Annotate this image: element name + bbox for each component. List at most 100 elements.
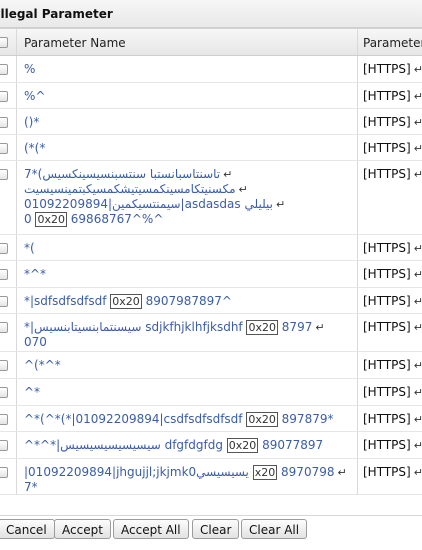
row-checkbox[interactable] — [0, 117, 8, 128]
table-row[interactable]: *|sdfsdfsdfsdf 0x20 8907987897^ [HTTPS] ↵ — [0, 288, 422, 314]
table-row[interactable]: 7*(تاسنتاسبانستبا سنتسبنسيسينكسيس ↵ مكسنيت… — [0, 161, 422, 235]
parameter-name-cell: ^*(^*(*|01092209894|csdfsdfsdfsdf 0x20 8… — [17, 406, 358, 431]
parameter-location-cell: [HTTPS] ↵ — [358, 235, 422, 260]
row-checkbox[interactable] — [0, 169, 8, 180]
clear-button[interactable]: Clear — [192, 519, 240, 539]
parameter-name-cell: ()* — [17, 109, 358, 134]
row-checkbox[interactable] — [0, 143, 8, 154]
row-checkbox[interactable] — [0, 296, 8, 307]
row-checkbox[interactable] — [0, 467, 8, 478]
parameter-location-cell: [HTTPS] ↵ — [358, 406, 422, 431]
parameter-name-line: ^* — [24, 385, 41, 399]
parameter-location-cell: [HTTPS] ↵ — [358, 135, 422, 160]
parameter-location-value: [HTTPS] — [363, 267, 411, 281]
parameter-name-line: %^ — [24, 89, 46, 103]
parameter-name-cell: *|sdfsdfsdfsdf 0x20 8907987897^ — [17, 288, 358, 313]
parameter-name-line: ^*^*|سيسيسيسيسيسيس dfgfdgfdg 0x20 890778… — [24, 438, 324, 453]
row-checkbox[interactable] — [0, 243, 8, 254]
table-row[interactable]: *( [HTTPS] ↵ — [0, 235, 422, 261]
table-row[interactable]: ^* [HTTPS] ↵ — [0, 379, 422, 406]
line-break-icon: ↵ — [413, 466, 422, 479]
row-checkbox-cell — [0, 406, 17, 431]
parameter-location-cell: [HTTPS] ↵ — [358, 314, 422, 351]
row-checkbox-cell — [0, 352, 17, 378]
line-break-icon: ↵ — [276, 198, 286, 211]
parameter-location-value: [HTTPS] — [363, 358, 411, 372]
row-checkbox-cell — [0, 261, 17, 287]
select-all-checkbox[interactable] — [0, 37, 8, 48]
table-row[interactable]: (*(* [HTTPS] ↵ — [0, 135, 422, 161]
row-checkbox[interactable] — [0, 414, 8, 425]
hex-escape-marker: 0x20 — [35, 212, 67, 227]
row-checkbox-cell — [0, 135, 17, 160]
parameter-name-line: % — [24, 62, 36, 76]
parameter-location-value: [HTTPS] — [363, 320, 411, 334]
row-checkbox[interactable] — [0, 387, 8, 398]
line-break-icon: ↵ — [413, 142, 422, 155]
parameter-location-value: [HTTPS] — [363, 241, 411, 255]
row-checkbox-cell — [0, 83, 17, 108]
table-row[interactable]: |01092209894|jhgujjl;jkjmk0يسيسيسي x20 8… — [0, 459, 422, 495]
hex-escape-marker: 0x20 — [246, 320, 278, 335]
parameter-table: Parameter Name Parameter Location % [HTTP… — [0, 28, 422, 495]
parameter-location-cell: [HTTPS] ↵ — [358, 288, 422, 313]
table-row[interactable]: %^ [HTTPS] ↵ — [0, 83, 422, 109]
parameter-location-cell: [HTTPS] ↵ — [358, 109, 422, 134]
row-checkbox-cell — [0, 288, 17, 313]
parameter-location-cell: [HTTPS] ↵ — [358, 379, 422, 405]
parameter-location-value: [HTTPS] — [363, 89, 411, 103]
parameter-location-cell: [HTTPS] ↵ — [358, 432, 422, 458]
parameter-name-cell: *|سيسنتمابنسيتابنسيس sdjkfhjklhfjksdhf 0… — [17, 314, 358, 351]
parameter-name-line: *( — [24, 241, 35, 255]
table-row[interactable]: % [HTTPS] ↵ — [0, 56, 422, 83]
parameter-name-line: *^* — [24, 267, 47, 281]
accept-all-button[interactable]: Accept All — [113, 519, 189, 539]
parameter-name-line: *|سيسنتمابنسيتابنسيس sdjkfhjklhfjksdhf 0… — [24, 320, 325, 335]
parameter-name-line: ()* — [24, 115, 40, 129]
table-row[interactable]: ^*(^*(*|01092209894|csdfsdfsdfsdf 0x20 8… — [0, 406, 422, 432]
parameter-location-cell: [HTTPS] ↵ — [358, 161, 422, 234]
table-row[interactable]: ^*^*|سيسيسيسيسيسيس dfgfdgfdg 0x20 890778… — [0, 432, 422, 459]
hex-escape-marker: 0x20 — [226, 438, 259, 453]
table-header: Parameter Name Parameter Location — [0, 28, 422, 56]
row-checkbox[interactable] — [0, 64, 8, 75]
row-checkbox[interactable] — [0, 91, 8, 102]
button-bar: Cancel Accept Accept All Clear Clear All — [0, 515, 422, 550]
line-break-icon: ↵ — [413, 439, 422, 452]
line-break-icon: ↵ — [413, 413, 422, 426]
cancel-button[interactable]: Cancel — [0, 519, 55, 539]
row-checkbox[interactable] — [0, 360, 8, 371]
line-break-icon: ↵ — [413, 295, 422, 308]
parameter-location-cell: [HTTPS] ↵ — [358, 56, 422, 82]
parameter-location-value: [HTTPS] — [363, 438, 411, 452]
parameter-location-value: [HTTPS] — [363, 115, 411, 129]
row-checkbox[interactable] — [0, 269, 8, 280]
line-break-icon: ↵ — [223, 168, 233, 181]
line-break-icon: ↵ — [413, 359, 422, 372]
line-break-icon: ↵ — [413, 116, 422, 129]
table-row[interactable]: *^* [HTTPS] ↵ — [0, 261, 422, 288]
accept-button[interactable]: Accept — [54, 519, 111, 539]
line-break-icon: ↵ — [238, 183, 248, 196]
parameter-name-line: ^(*^* — [24, 358, 61, 372]
column-header-parameter-location[interactable]: Parameter Location — [358, 29, 422, 55]
table-row[interactable]: ()* [HTTPS] ↵ — [0, 109, 422, 135]
table-row[interactable]: ^(*^* [HTTPS] ↵ — [0, 352, 422, 379]
row-checkbox-cell — [0, 379, 17, 405]
line-break-icon: ↵ — [413, 321, 422, 334]
row-checkbox[interactable] — [0, 322, 8, 333]
parameter-name-line: 01092209894|سيمنتسيكمين|asdasdas بيليلي ↵ — [24, 197, 286, 211]
parameter-location-cell: [HTTPS] ↵ — [358, 352, 422, 378]
table-row[interactable]: *|سيسنتمابنسيتابنسيس sdjkfhjklhfjksdhf 0… — [0, 314, 422, 352]
row-checkbox[interactable] — [0, 440, 8, 451]
parameter-location-value: [HTTPS] — [363, 167, 411, 181]
clear-all-button[interactable]: Clear All — [241, 519, 308, 539]
hex-escape-marker: 0x20 — [110, 294, 142, 309]
parameter-name-line: 7*(تاسنتاسبانستبا سنتسبنسيسينكسيس ↵ — [24, 167, 233, 181]
parameter-name-line: مكسنيتكامسينكمسيتيشكمسيكبتمينسيسيت ↵ — [24, 182, 248, 196]
parameter-location-cell: [HTTPS] ↵ — [358, 459, 422, 494]
parameter-location-value: [HTTPS] — [363, 62, 411, 76]
parameter-location-cell: [HTTPS] ↵ — [358, 83, 422, 108]
parameter-name-line: 070 — [24, 335, 47, 349]
column-header-parameter-name[interactable]: Parameter Name — [17, 29, 358, 55]
